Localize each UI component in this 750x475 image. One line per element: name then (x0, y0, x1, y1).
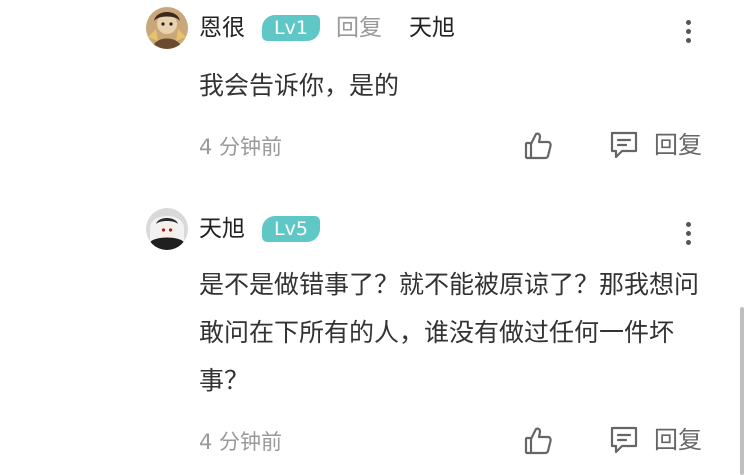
reply-button-label: 回复 (654, 131, 702, 159)
avatar[interactable] (146, 7, 188, 49)
reply-button-label: 回复 (654, 426, 702, 454)
username[interactable]: 恩很 (199, 13, 245, 43)
comment-text: 我会告诉你，是的 (199, 71, 400, 100)
level-badge: Lv5 (262, 216, 320, 242)
comment-icon (610, 426, 638, 454)
comment-text: 是不是做错事了？就不能被原谅了？那我想问敢问在下所有的人，谁没有做过任何一件坏事… (199, 270, 700, 395)
comment-item: 天旭 Lv5 是不是做错事了？就不能被原谅了？那我想问敢问在下所有的人，谁没有做… (0, 200, 750, 475)
username[interactable]: 天旭 (199, 214, 245, 244)
avatar[interactable] (146, 208, 188, 250)
comment-icon (610, 131, 638, 159)
reply-target-username[interactable]: 天旭 (409, 13, 455, 43)
more-vertical-icon[interactable] (683, 222, 693, 250)
thumbs-up-icon[interactable] (522, 130, 554, 162)
more-vertical-icon[interactable] (683, 20, 693, 48)
reply-button[interactable]: 回复 (608, 129, 713, 161)
scrollbar[interactable] (740, 307, 744, 475)
comment-item: 恩很 Lv1 回复 天旭 我会告诉你，是的 4 分钟前 回复 (0, 0, 750, 180)
thumbs-up-icon[interactable] (522, 425, 554, 457)
reply-word: 回复 (336, 15, 382, 41)
comment-thread: 恩很 Lv1 回复 天旭 我会告诉你，是的 4 分钟前 回复 天旭 Lv5 是不… (0, 0, 750, 475)
reply-button[interactable]: 回复 (608, 424, 713, 456)
comment-time: 4 分钟前 (199, 430, 283, 454)
level-badge: Lv1 (262, 15, 320, 41)
comment-time: 4 分钟前 (199, 135, 283, 159)
